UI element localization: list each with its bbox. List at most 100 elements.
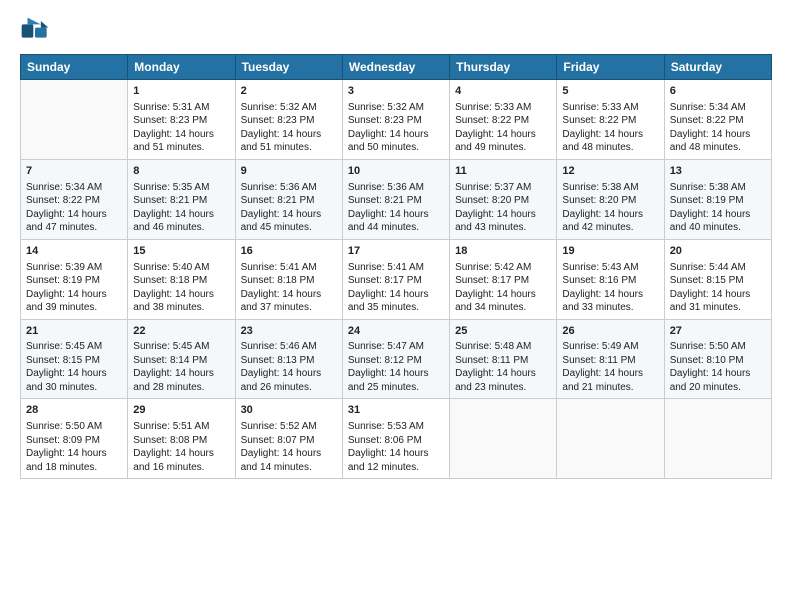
calendar-cell: 20 Sunrise: 5:44 AM Sunset: 8:15 PM Dayli… — [664, 239, 771, 319]
day-number: 5 — [562, 84, 658, 99]
day-info: Sunrise: 5:34 AM Sunset: 8:22 PM Dayligh… — [26, 181, 122, 235]
logo-icon — [20, 16, 50, 46]
calendar-cell: 19 Sunrise: 5:43 AM Sunset: 8:16 PM Dayli… — [557, 239, 664, 319]
calendar-cell: 28 Sunrise: 5:50 AM Sunset: 8:09 PM Dayli… — [21, 399, 128, 479]
day-info: Sunrise: 5:36 AM Sunset: 8:21 PM Dayligh… — [241, 181, 337, 235]
calendar-week-row: 28 Sunrise: 5:50 AM Sunset: 8:09 PM Dayli… — [21, 399, 772, 479]
day-info: Sunrise: 5:33 AM Sunset: 8:22 PM Dayligh… — [455, 101, 551, 155]
day-number: 20 — [670, 244, 766, 259]
calendar-cell: 5 Sunrise: 5:33 AM Sunset: 8:22 PM Daylig… — [557, 80, 664, 160]
calendar-week-row: 7 Sunrise: 5:34 AM Sunset: 8:22 PM Daylig… — [21, 159, 772, 239]
day-number: 27 — [670, 324, 766, 339]
day-number: 7 — [26, 164, 122, 179]
day-info: Sunrise: 5:40 AM Sunset: 8:18 PM Dayligh… — [133, 261, 229, 315]
col-header-monday: Monday — [128, 55, 235, 80]
day-number: 2 — [241, 84, 337, 99]
calendar-cell: 21Sunrise: 5:45 AM Sunset: 8:15 PM Dayli… — [21, 319, 128, 399]
day-info: Sunrise: 5:43 AM Sunset: 8:16 PM Dayligh… — [562, 261, 658, 315]
calendar-cell: 13 Sunrise: 5:38 AM Sunset: 8:19 PM Dayli… — [664, 159, 771, 239]
day-number: 21 — [26, 324, 122, 339]
calendar-cell: 16 Sunrise: 5:41 AM Sunset: 8:18 PM Dayli… — [235, 239, 342, 319]
day-info: Sunrise: 5:37 AM Sunset: 8:20 PM Dayligh… — [455, 181, 551, 235]
day-info: Sunrise: 5:36 AM Sunset: 8:21 PM Dayligh… — [348, 181, 444, 235]
col-header-thursday: Thursday — [450, 55, 557, 80]
day-number: 22 — [133, 324, 229, 339]
day-number: 15 — [133, 244, 229, 259]
col-header-friday: Friday — [557, 55, 664, 80]
col-header-tuesday: Tuesday — [235, 55, 342, 80]
day-info: Sunrise: 5:34 AM Sunset: 8:22 PM Dayligh… — [670, 101, 766, 155]
day-info: Sunrise: 5:32 AM Sunset: 8:23 PM Dayligh… — [348, 101, 444, 155]
calendar-cell: 31 Sunrise: 5:53 AM Sunset: 8:06 PM Dayli… — [342, 399, 449, 479]
day-number: 13 — [670, 164, 766, 179]
calendar-cell: 8 Sunrise: 5:35 AM Sunset: 8:21 PM Daylig… — [128, 159, 235, 239]
calendar-cell: 23Sunrise: 5:46 AM Sunset: 8:13 PM Dayli… — [235, 319, 342, 399]
day-number: 26 — [562, 324, 658, 339]
day-number: 28 — [26, 403, 122, 418]
day-info: Sunrise: 5:49 AM Sunset: 8:11 PM Dayligh… — [562, 340, 658, 394]
calendar-cell: 29Sunrise: 5:51 AM Sunset: 8:08 PM Dayli… — [128, 399, 235, 479]
logo — [20, 16, 54, 46]
calendar-cell: 7 Sunrise: 5:34 AM Sunset: 8:22 PM Daylig… — [21, 159, 128, 239]
day-number: 16 — [241, 244, 337, 259]
day-info: Sunrise: 5:41 AM Sunset: 8:18 PM Dayligh… — [241, 261, 337, 315]
calendar-cell: 17 Sunrise: 5:41 AM Sunset: 8:17 PM Dayli… — [342, 239, 449, 319]
day-info: Sunrise: 5:50 AM Sunset: 8:10 PM Dayligh… — [670, 340, 766, 394]
calendar-cell: 25Sunrise: 5:48 AM Sunset: 8:11 PM Dayli… — [450, 319, 557, 399]
day-info: Sunrise: 5:52 AM Sunset: 8:07 PM Dayligh… — [241, 420, 337, 474]
calendar-cell: 22Sunrise: 5:45 AM Sunset: 8:14 PM Dayli… — [128, 319, 235, 399]
day-info: Sunrise: 5:48 AM Sunset: 8:11 PM Dayligh… — [455, 340, 551, 394]
calendar-cell: 30 Sunrise: 5:52 AM Sunset: 8:07 PM Dayli… — [235, 399, 342, 479]
page: SundayMondayTuesdayWednesdayThursdayFrid… — [0, 0, 792, 489]
calendar-week-row: 1 Sunrise: 5:31 AM Sunset: 8:23 PM Daylig… — [21, 80, 772, 160]
calendar-week-row: 21Sunrise: 5:45 AM Sunset: 8:15 PM Dayli… — [21, 319, 772, 399]
day-number: 3 — [348, 84, 444, 99]
day-info: Sunrise: 5:35 AM Sunset: 8:21 PM Dayligh… — [133, 181, 229, 235]
day-number: 17 — [348, 244, 444, 259]
day-info: Sunrise: 5:53 AM Sunset: 8:06 PM Dayligh… — [348, 420, 444, 474]
day-number: 19 — [562, 244, 658, 259]
day-number: 30 — [241, 403, 337, 418]
day-number: 18 — [455, 244, 551, 259]
day-number: 9 — [241, 164, 337, 179]
calendar-header-row: SundayMondayTuesdayWednesdayThursdayFrid… — [21, 55, 772, 80]
col-header-wednesday: Wednesday — [342, 55, 449, 80]
day-number: 23 — [241, 324, 337, 339]
day-number: 25 — [455, 324, 551, 339]
calendar-cell: 9 Sunrise: 5:36 AM Sunset: 8:21 PM Daylig… — [235, 159, 342, 239]
day-number: 31 — [348, 403, 444, 418]
day-info: Sunrise: 5:32 AM Sunset: 8:23 PM Dayligh… — [241, 101, 337, 155]
day-number: 8 — [133, 164, 229, 179]
day-info: Sunrise: 5:46 AM Sunset: 8:13 PM Dayligh… — [241, 340, 337, 394]
day-number: 24 — [348, 324, 444, 339]
calendar-cell: 15 Sunrise: 5:40 AM Sunset: 8:18 PM Dayli… — [128, 239, 235, 319]
calendar-cell — [450, 399, 557, 479]
day-number: 1 — [133, 84, 229, 99]
calendar-cell — [664, 399, 771, 479]
day-number: 4 — [455, 84, 551, 99]
calendar-cell: 6 Sunrise: 5:34 AM Sunset: 8:22 PM Daylig… — [664, 80, 771, 160]
col-header-sunday: Sunday — [21, 55, 128, 80]
calendar-cell: 14Sunrise: 5:39 AM Sunset: 8:19 PM Dayli… — [21, 239, 128, 319]
calendar-cell: 4 Sunrise: 5:33 AM Sunset: 8:22 PM Daylig… — [450, 80, 557, 160]
calendar-cell: 2 Sunrise: 5:32 AM Sunset: 8:23 PM Daylig… — [235, 80, 342, 160]
day-info: Sunrise: 5:38 AM Sunset: 8:19 PM Dayligh… — [670, 181, 766, 235]
day-info: Sunrise: 5:42 AM Sunset: 8:17 PM Dayligh… — [455, 261, 551, 315]
day-number: 10 — [348, 164, 444, 179]
day-info: Sunrise: 5:39 AM Sunset: 8:19 PM Dayligh… — [26, 261, 122, 315]
calendar-cell: 24Sunrise: 5:47 AM Sunset: 8:12 PM Dayli… — [342, 319, 449, 399]
day-info: Sunrise: 5:45 AM Sunset: 8:14 PM Dayligh… — [133, 340, 229, 394]
day-info: Sunrise: 5:45 AM Sunset: 8:15 PM Dayligh… — [26, 340, 122, 394]
day-number: 11 — [455, 164, 551, 179]
day-number: 6 — [670, 84, 766, 99]
day-info: Sunrise: 5:31 AM Sunset: 8:23 PM Dayligh… — [133, 101, 229, 155]
calendar-cell: 18 Sunrise: 5:42 AM Sunset: 8:17 PM Dayli… — [450, 239, 557, 319]
day-info: Sunrise: 5:33 AM Sunset: 8:22 PM Dayligh… — [562, 101, 658, 155]
day-info: Sunrise: 5:44 AM Sunset: 8:15 PM Dayligh… — [670, 261, 766, 315]
header — [20, 16, 772, 46]
day-info: Sunrise: 5:41 AM Sunset: 8:17 PM Dayligh… — [348, 261, 444, 315]
day-info: Sunrise: 5:50 AM Sunset: 8:09 PM Dayligh… — [26, 420, 122, 474]
calendar-cell: 1 Sunrise: 5:31 AM Sunset: 8:23 PM Daylig… — [128, 80, 235, 160]
calendar-cell: 3 Sunrise: 5:32 AM Sunset: 8:23 PM Daylig… — [342, 80, 449, 160]
calendar-cell: 12Sunrise: 5:38 AM Sunset: 8:20 PM Dayli… — [557, 159, 664, 239]
